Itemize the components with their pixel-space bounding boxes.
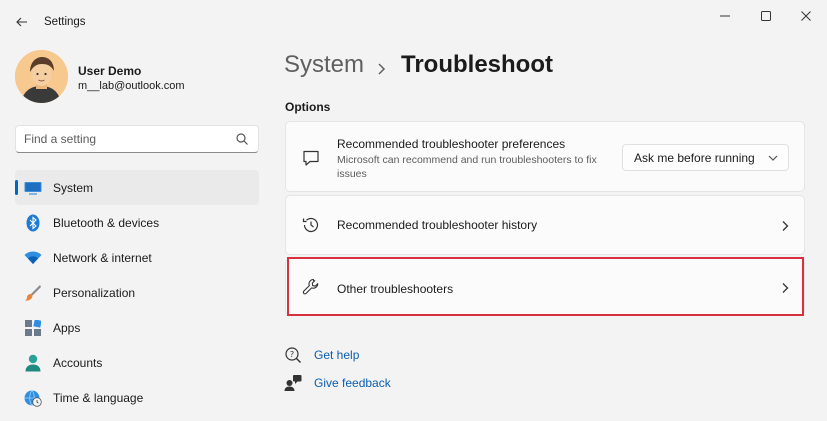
sidebar-item-bluetooth[interactable]: Bluetooth & devices <box>15 205 259 240</box>
history-icon <box>301 215 321 235</box>
wifi-icon <box>24 249 42 267</box>
get-help-link[interactable]: ? Get help <box>284 346 484 366</box>
sidebar-item-label: System <box>53 180 94 195</box>
sidebar-item-time-language[interactable]: Time & language <box>15 380 259 415</box>
feedback-icon <box>284 374 302 392</box>
monitor-icon <box>24 179 42 197</box>
title-bar: Settings <box>0 0 827 44</box>
sidebar-item-label: Personalization <box>53 285 136 300</box>
sidebar-item-system[interactable]: System <box>15 170 259 205</box>
wrench-icon <box>301 277 321 297</box>
bluetooth-icon <box>24 214 42 232</box>
avatar <box>15 50 68 103</box>
breadcrumb: System Troubleshoot <box>284 51 553 79</box>
person-icon <box>24 354 42 372</box>
chevron-down-icon <box>768 155 778 161</box>
minimize-icon <box>720 15 730 17</box>
back-arrow-icon <box>16 17 27 27</box>
preferences-card: Recommended troubleshooter preferences M… <box>285 121 805 192</box>
app-title: Settings <box>44 16 86 28</box>
history-card[interactable]: Recommended troubleshooter history <box>285 195 805 255</box>
sidebar-item-label: Accounts <box>53 355 103 370</box>
minimize-button[interactable] <box>707 6 743 26</box>
close-button[interactable] <box>788 6 824 26</box>
dropdown-value: Ask me before running <box>634 151 755 165</box>
other-troubleshooters-title: Other troubleshooters <box>337 282 454 296</box>
give-feedback-text[interactable]: Give feedback <box>314 376 391 390</box>
globe-clock-icon <box>24 389 42 407</box>
back-button[interactable] <box>12 13 32 31</box>
svg-text:?: ? <box>290 350 294 359</box>
search-input[interactable] <box>24 130 224 148</box>
history-title: Recommended troubleshooter history <box>337 218 538 232</box>
chevron-right-icon <box>782 283 789 293</box>
sidebar-item-label: Network & internet <box>53 250 152 265</box>
sidebar-nav: System Bluetooth & devices Network & int… <box>15 170 259 415</box>
section-label: Options <box>285 100 331 114</box>
chevron-right-icon <box>782 221 789 231</box>
breadcrumb-parent[interactable]: System <box>284 51 364 78</box>
sidebar-item-apps[interactable]: Apps <box>15 310 259 345</box>
get-help-text[interactable]: Get help <box>314 348 359 362</box>
brush-icon <box>24 284 42 302</box>
sidebar-item-label: Time & language <box>53 390 144 405</box>
apps-icon <box>24 319 42 337</box>
page-title: Troubleshoot <box>401 51 553 78</box>
sidebar-item-network[interactable]: Network & internet <box>15 240 259 275</box>
give-feedback-link[interactable]: Give feedback <box>284 374 484 394</box>
search-icon <box>236 133 248 145</box>
avatar-image <box>15 50 68 103</box>
user-email: m__lab@outlook.com <box>78 80 185 92</box>
preferences-dropdown[interactable]: Ask me before running <box>622 144 789 171</box>
sidebar-item-label: Apps <box>53 320 81 335</box>
chevron-right-icon <box>376 55 386 83</box>
preferences-description: Microsoft can recommend and run troubles… <box>337 154 597 180</box>
other-troubleshooters-card[interactable]: Other troubleshooters <box>285 258 805 316</box>
search-box[interactable] <box>15 125 259 153</box>
maximize-icon <box>761 11 771 21</box>
preferences-title: Recommended troubleshooter preferences <box>337 137 566 151</box>
sidebar-item-accounts[interactable]: Accounts <box>15 345 259 380</box>
close-icon <box>801 11 811 21</box>
help-icon: ? <box>284 346 302 364</box>
user-name: User Demo <box>78 64 142 78</box>
sidebar-item-label: Bluetooth & devices <box>53 215 160 230</box>
maximize-button[interactable] <box>748 6 784 26</box>
sidebar-item-personalization[interactable]: Personalization <box>15 275 259 310</box>
user-profile[interactable]: User Demo m__lab@outlook.com <box>15 50 265 106</box>
chat-icon <box>301 148 321 168</box>
